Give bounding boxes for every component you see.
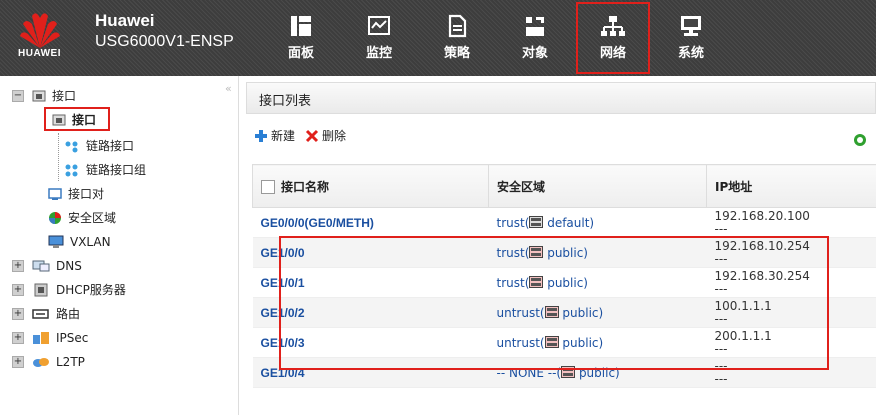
delete-label: 删除: [322, 129, 347, 143]
nav-object[interactable]: 对象: [496, 0, 574, 76]
column-header-ip[interactable]: IP地址: [706, 164, 876, 208]
ip-secondary: ---: [714, 371, 728, 386]
expand-toggle-icon[interactable]: +: [12, 260, 24, 272]
security-zone-icon: [49, 212, 61, 224]
sidebar-item-label: 路由: [56, 307, 81, 321]
nav-label: 系统: [677, 46, 704, 61]
interface-name-link[interactable]: GE0/0/0(GE0/METH): [261, 216, 374, 230]
sidebar-item-interface-pair[interactable]: 接口对: [48, 183, 104, 205]
delete-icon: [305, 129, 319, 142]
policy-icon: [448, 14, 467, 38]
nav-network[interactable]: 网络: [574, 0, 652, 76]
nav-monitor[interactable]: 监控: [340, 0, 418, 76]
object-icon: [526, 17, 544, 36]
sidebar-item-link-interface-group[interactable]: 链路接口组: [64, 159, 146, 181]
nav-label: 对象: [521, 46, 548, 61]
toolbar: 新建 删除: [254, 127, 356, 144]
sidebar-item-interface-group[interactable]: − 接口: [12, 85, 76, 107]
zone-link[interactable]: trust(: [497, 216, 530, 230]
collapse-sidebar-icon[interactable]: «: [225, 82, 232, 95]
sidebar-item-label: IPSec: [56, 331, 89, 345]
device-model: USG6000V1-ENSP: [95, 33, 234, 50]
top-header: HUAWEI Huawei USG6000V1-ENSP 面板 监控 策略 对象…: [0, 0, 876, 76]
route-icon: [32, 309, 49, 319]
table-header-row: 接口名称 安全区域 IP地址: [252, 164, 876, 208]
nav-dashboard[interactable]: 面板: [262, 0, 340, 76]
nav-label: 策略: [443, 46, 470, 61]
huawei-logo: [20, 13, 60, 48]
expand-toggle-icon[interactable]: +: [12, 308, 24, 320]
network-icon: [601, 16, 625, 36]
panel-title-bar: 接口列表: [246, 82, 876, 114]
delete-button[interactable]: 删除: [305, 127, 346, 144]
sidebar-item-label: L2TP: [56, 355, 85, 369]
column-label: IP地址: [715, 179, 753, 194]
column-header-name[interactable]: 接口名称: [252, 164, 489, 208]
sidebar-item-label: 接口: [52, 89, 77, 103]
interface-pair-icon: [48, 188, 62, 200]
nav-label: 面板: [287, 46, 314, 61]
selection-highlight: [44, 107, 110, 131]
ip-secondary: ---: [714, 221, 728, 236]
expand-toggle-icon[interactable]: +: [12, 356, 24, 368]
table-row[interactable]: GE0/0/0(GE0/METH) trust( default) 192.168.…: [252, 207, 876, 238]
interface-icon: [32, 90, 46, 102]
device-brand: Huawei USG6000V1-ENSP: [95, 10, 234, 52]
expand-toggle-icon[interactable]: +: [12, 332, 24, 344]
logo-text: HUAWEI: [18, 48, 61, 59]
l2tp-icon: [33, 358, 49, 367]
select-all-checkbox[interactable]: [261, 180, 275, 194]
sidebar-item-link-interface[interactable]: 链路接口: [64, 135, 134, 157]
panel-title: 接口列表: [259, 94, 312, 109]
brand-name: Huawei: [95, 11, 155, 30]
main-nav: 面板 监控 策略 对象 网络 系统: [262, 0, 730, 76]
nav-label: 网络: [599, 46, 626, 61]
sidebar-item-label: 接口对: [68, 187, 105, 201]
plus-icon: [255, 129, 267, 142]
ipsec-icon: [33, 332, 49, 344]
column-header-zone[interactable]: 安全区域: [488, 164, 707, 208]
refresh-icon[interactable]: [852, 132, 868, 148]
sidebar-item-route[interactable]: + 路由: [12, 303, 80, 325]
nav-policy[interactable]: 策略: [418, 0, 496, 76]
collapse-toggle-icon[interactable]: −: [12, 90, 24, 102]
sidebar-item-label: DNS: [56, 259, 82, 273]
new-button[interactable]: 新建: [254, 127, 295, 144]
vxlan-icon: [48, 235, 64, 248]
sidebar-item-label: 链路接口组: [86, 163, 147, 177]
interface-name-cell[interactable]: GE0/0/0(GE0/METH): [252, 207, 489, 238]
expand-toggle-icon[interactable]: +: [12, 284, 24, 296]
link-interface-group-icon: [65, 164, 78, 177]
highlight-box: [279, 236, 829, 370]
system-icon: [681, 16, 701, 36]
vsys-label: default): [543, 215, 595, 230]
monitor-icon: [368, 16, 390, 35]
sidebar-item-label: VXLAN: [70, 235, 111, 249]
zone-cell: trust( default): [488, 207, 707, 238]
sidebar-item-label: 链路接口: [86, 139, 135, 153]
sidebar-item-dhcp-server[interactable]: + DHCP服务器: [12, 279, 126, 301]
sidebar-item-security-zone[interactable]: 安全区域: [48, 207, 116, 229]
dhcp-server-icon: [34, 283, 48, 297]
ip-cell: 192.168.20.100 ---: [706, 207, 876, 238]
dns-icon: [32, 260, 50, 272]
column-label: 接口名称: [281, 179, 330, 194]
ip-address: 192.168.20.100: [714, 208, 810, 223]
vsys-icon: [529, 215, 544, 228]
nav-system[interactable]: 系统: [652, 0, 730, 76]
new-label: 新建: [271, 129, 296, 143]
sidebar-item-l2tp[interactable]: + L2TP: [12, 351, 85, 373]
sidebar-item-label: DHCP服务器: [56, 283, 126, 297]
sidebar-item-vxlan[interactable]: VXLAN: [48, 231, 111, 253]
column-label: 安全区域: [497, 179, 546, 194]
sidebar-item-ipsec[interactable]: + IPSec: [12, 327, 88, 349]
dashboard-icon: [291, 16, 311, 36]
sidebar-item-dns[interactable]: + DNS: [12, 255, 82, 277]
nav-label: 监控: [365, 46, 392, 61]
link-interface-icon: [65, 141, 78, 153]
sidebar-item-label: 安全区域: [68, 211, 117, 225]
